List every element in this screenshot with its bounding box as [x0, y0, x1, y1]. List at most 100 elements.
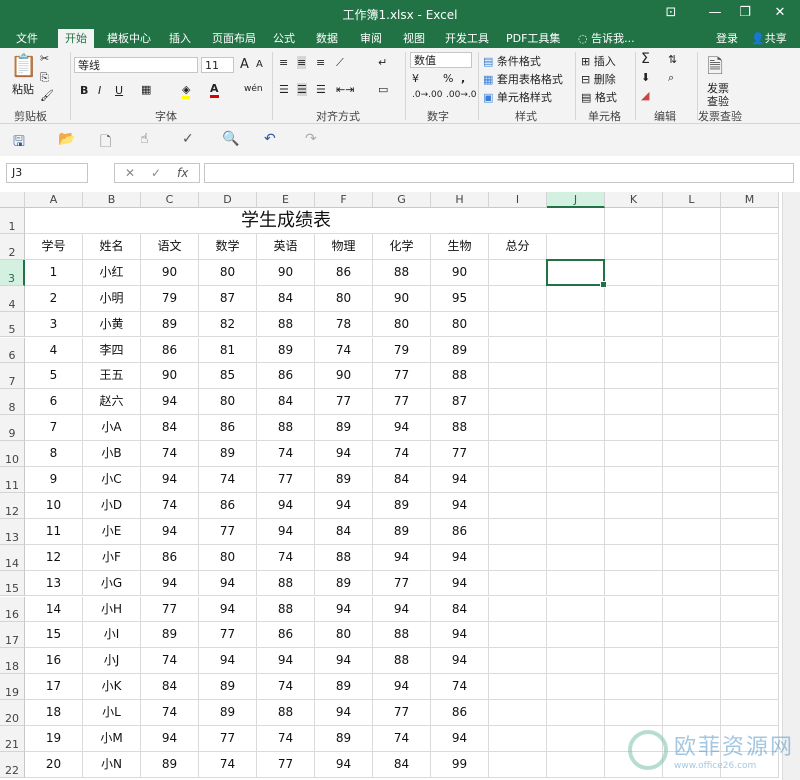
cell[interactable]	[605, 259, 663, 286]
row-header[interactable]: 17	[0, 622, 25, 649]
cell[interactable]: 20	[25, 751, 83, 778]
cell[interactable]: 88	[257, 596, 315, 623]
align-middle-icon[interactable]: ≡	[297, 56, 307, 69]
format-as-table-button[interactable]: ▦ 套用表格格式	[483, 71, 563, 87]
shrink-font-icon[interactable]: A	[256, 59, 263, 70]
cell[interactable]: 74	[199, 467, 257, 493]
row-header[interactable]: 5	[0, 311, 25, 338]
row-header[interactable]: 16	[0, 596, 25, 623]
cell[interactable]	[489, 648, 547, 675]
cell[interactable]: 89	[315, 570, 373, 597]
cell[interactable]: 86	[199, 492, 257, 519]
cell[interactable]: 16	[25, 648, 83, 675]
cell[interactable]	[547, 337, 605, 364]
cell[interactable]	[489, 751, 547, 778]
cell[interactable]: 74	[315, 337, 373, 364]
cell[interactable]	[721, 337, 779, 364]
header-cell[interactable]: 物理	[315, 233, 373, 260]
cell[interactable]	[489, 389, 547, 416]
cell[interactable]: 86	[257, 363, 315, 390]
paste-button[interactable]: 粘贴	[12, 81, 34, 97]
cell[interactable]: 94	[373, 415, 431, 442]
cell[interactable]: 77	[373, 700, 431, 726]
cell[interactable]: 90	[373, 285, 431, 312]
cell[interactable]	[721, 570, 779, 597]
cell[interactable]: 80	[199, 389, 257, 416]
cell[interactable]: 李四	[83, 337, 141, 364]
row-header[interactable]: 8	[0, 389, 25, 416]
cell[interactable]	[605, 337, 663, 364]
cell[interactable]: 74	[141, 648, 199, 675]
cell[interactable]: 94	[315, 648, 373, 675]
cell[interactable]: 74	[199, 751, 257, 778]
cell[interactable]: 90	[141, 259, 199, 286]
tab-view[interactable]: 视图	[400, 29, 428, 48]
touch-mode-icon[interactable]: ☝	[140, 131, 149, 147]
header-cell[interactable]	[721, 233, 779, 260]
column-header[interactable]: L	[663, 192, 721, 208]
cell[interactable]	[721, 208, 779, 234]
cell[interactable]	[663, 570, 721, 597]
row-header[interactable]: 3	[0, 259, 25, 286]
cell[interactable]	[663, 259, 721, 286]
cancel-icon[interactable]: ✕	[125, 166, 135, 180]
wrap-text-icon[interactable]: ↵	[378, 56, 387, 69]
cell[interactable]: 小黄	[83, 311, 141, 338]
column-header[interactable]: C	[141, 192, 199, 208]
cell[interactable]	[721, 389, 779, 416]
cell[interactable]: 80	[373, 311, 431, 338]
print-preview-icon[interactable]: 🔍	[222, 131, 239, 147]
number-format-combo[interactable]: 数值	[410, 52, 472, 68]
cell[interactable]	[489, 415, 547, 442]
cell[interactable]	[605, 518, 663, 545]
cell[interactable]: 89	[373, 518, 431, 545]
cell[interactable]: 80	[315, 285, 373, 312]
cell[interactable]: 14	[25, 596, 83, 623]
row-header[interactable]: 4	[0, 285, 25, 312]
cell[interactable]	[663, 544, 721, 571]
cell[interactable]: 82	[199, 311, 257, 338]
cell[interactable]: 1	[25, 259, 83, 286]
undo-icon[interactable]: ↶	[264, 131, 276, 147]
cell[interactable]	[663, 208, 721, 234]
cell[interactable]: 84	[431, 596, 489, 623]
cell[interactable]	[663, 700, 721, 726]
row-header[interactable]: 9	[0, 415, 25, 442]
cell[interactable]	[721, 259, 779, 286]
cell[interactable]	[663, 311, 721, 338]
fill-handle[interactable]	[600, 280, 607, 288]
cell[interactable]: 3	[25, 311, 83, 338]
cell[interactable]: 10	[25, 492, 83, 519]
tab-formulas[interactable]: 公式	[270, 29, 298, 48]
cell[interactable]	[489, 596, 547, 623]
cell[interactable]: 77	[199, 726, 257, 752]
cell[interactable]: 89	[315, 674, 373, 701]
cell[interactable]	[605, 208, 663, 234]
cell[interactable]: 74	[373, 441, 431, 467]
cell[interactable]	[605, 700, 663, 726]
cell[interactable]: 95	[431, 285, 489, 312]
cell[interactable]	[663, 285, 721, 312]
cell[interactable]: 94	[373, 544, 431, 571]
cell[interactable]	[547, 467, 605, 493]
cell[interactable]: 84	[373, 467, 431, 493]
cell[interactable]	[663, 389, 721, 416]
format-cells-button[interactable]: ▤ 格式	[581, 89, 617, 105]
cell[interactable]: 88	[257, 570, 315, 597]
cell[interactable]	[547, 648, 605, 675]
row-header[interactable]: 18	[0, 648, 25, 675]
comma-button[interactable]: ,	[461, 72, 465, 85]
column-header[interactable]: G	[373, 192, 431, 208]
cell[interactable]: 9	[25, 467, 83, 493]
new-file-icon[interactable]: 🗋	[100, 131, 111, 155]
row-header[interactable]: 12	[0, 492, 25, 519]
cell[interactable]: 90	[257, 259, 315, 286]
clear-icon[interactable]: ◢	[641, 89, 649, 102]
cell[interactable]: 74	[257, 726, 315, 752]
cell[interactable]: 89	[199, 674, 257, 701]
active-cell-selection[interactable]	[546, 258, 607, 288]
column-header[interactable]: I	[489, 192, 547, 208]
find-select-icon[interactable]: ⌕	[668, 71, 674, 85]
cell[interactable]: 4	[25, 337, 83, 364]
cell[interactable]	[489, 570, 547, 597]
